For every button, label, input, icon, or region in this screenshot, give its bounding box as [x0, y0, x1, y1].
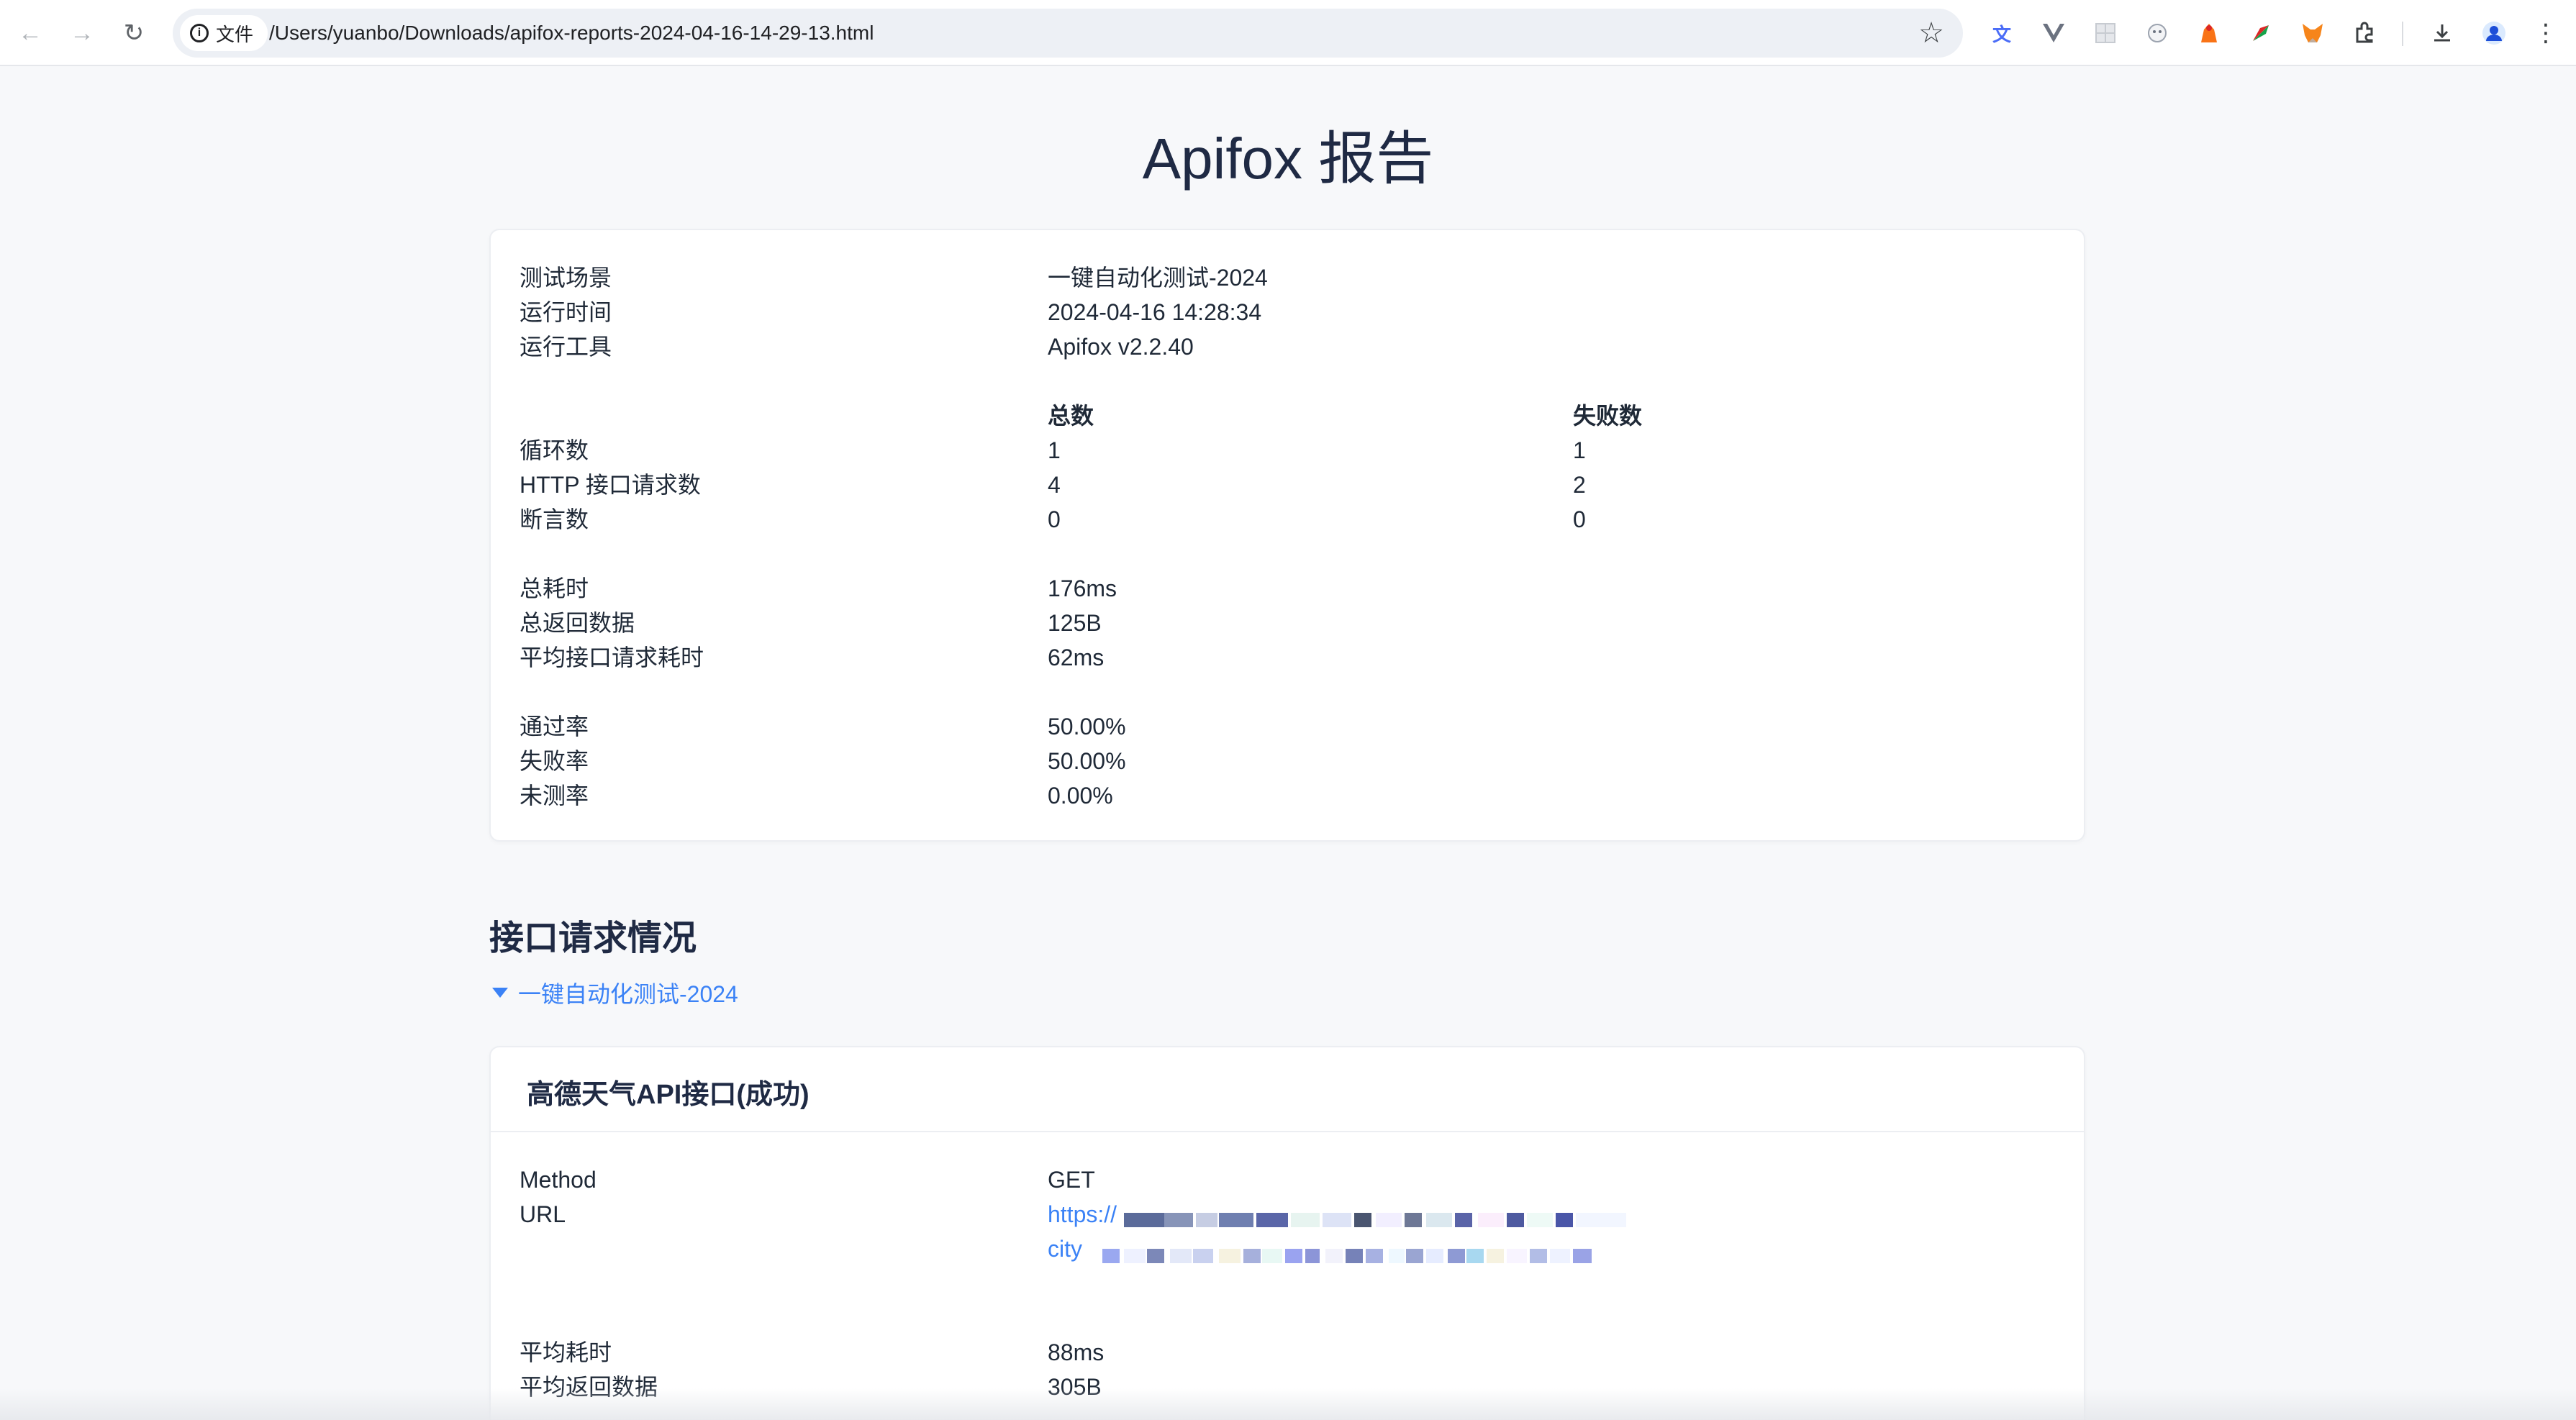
metamask-fox-icon[interactable]	[2298, 19, 2327, 47]
site-info-chip[interactable]: i 文件	[180, 15, 268, 51]
stats-label-http-requests: HTTP 接口请求数	[520, 472, 701, 498]
stats-label-assertions: 断言数	[520, 506, 589, 532]
timing-value-avg-time: 62ms	[1048, 645, 1105, 670]
stats-total-http-requests: 4	[1048, 472, 1061, 498]
method-label: Method	[520, 1167, 597, 1193]
info-label-run-time: 运行时间	[520, 299, 612, 325]
request-title: 高德天气API接口(成功)	[527, 1080, 809, 1110]
info-icon: i	[190, 24, 209, 42]
rate-value-fail: 50.00%	[1048, 748, 1126, 774]
stats-total-assertions: 0	[1048, 506, 1061, 532]
vue-devtools-icon[interactable]	[2039, 19, 2068, 47]
timing-label-total-data: 总返回数据	[520, 610, 635, 636]
puzzle-piece-icon[interactable]	[2195, 19, 2223, 47]
timing-label-total-time: 总耗时	[520, 575, 589, 601]
stats-label-loops: 循环数	[520, 437, 589, 463]
grid-extension-icon[interactable]	[2091, 19, 2120, 47]
rate-label-pass: 通过率	[520, 714, 589, 739]
star-icon[interactable]: ☆	[1915, 17, 1947, 49]
request-card: 高德天气API接口(成功) Method GET URL https:// ci…	[489, 1046, 2085, 1420]
reload-button[interactable]: ↻	[117, 16, 151, 50]
rate-value-pass: 50.00%	[1048, 714, 1126, 739]
kebab-menu-icon[interactable]: ⋮	[2531, 19, 2560, 47]
stats-failed-loops: 1	[1573, 437, 1586, 463]
avg-time-label: 平均耗时	[520, 1339, 612, 1365]
bottom-shadow	[0, 1388, 2576, 1420]
rocket-extension-icon[interactable]	[2246, 19, 2275, 47]
section-title-requests: 接口请求情况	[489, 919, 697, 957]
summary-card: 测试场景 一键自动化测试-2024 运行时间 2024-04-16 14:28:…	[489, 229, 2085, 842]
browser-toolbar: ← → ↻ i 文件 /Users/yuanbo/Downloads/apifo…	[0, 0, 2576, 66]
method-value: GET	[1048, 1167, 1095, 1193]
info-label-tool: 运行工具	[520, 334, 612, 360]
forward-button[interactable]: →	[65, 16, 99, 50]
site-info-label: 文件	[216, 23, 254, 45]
stats-header-total: 总数	[1048, 403, 1094, 429]
profile-avatar-icon[interactable]	[2480, 19, 2508, 47]
reload-icon: ↻	[123, 19, 145, 47]
back-button[interactable]: ←	[13, 16, 47, 50]
url-value-line1[interactable]: https://	[1048, 1197, 1117, 1232]
timing-label-avg-time: 平均接口请求耗时	[520, 645, 704, 670]
stats-header-failed: 失败数	[1573, 403, 1643, 429]
translate-icon[interactable]: 文	[1987, 19, 2016, 47]
timing-value-total-data: 125B	[1048, 610, 1102, 636]
page-title: Apifox 报告	[1142, 127, 1434, 191]
stats-failed-http-requests: 2	[1573, 472, 1586, 498]
stats-failed-assertions: 0	[1573, 506, 1586, 532]
request-card-header: 高德天气API接口(成功)	[491, 1047, 2084, 1132]
url-value-line2[interactable]: city	[1048, 1232, 1082, 1266]
download-icon[interactable]	[2428, 19, 2457, 47]
toolbar-separator	[2402, 22, 2403, 46]
timing-value-total-time: 176ms	[1048, 575, 1117, 601]
info-label-scenario: 测试场景	[520, 265, 612, 291]
arrow-left-icon: ←	[18, 19, 42, 47]
info-value-run-time: 2024-04-16 14:28:34	[1048, 299, 1262, 325]
panda-extension-icon[interactable]	[2143, 19, 2172, 47]
folder-label: 一键自动化测试-2024	[518, 981, 738, 1007]
url-label: URL	[520, 1201, 566, 1227]
rate-label-fail: 失败率	[520, 748, 589, 774]
stats-total-loops: 1	[1048, 437, 1061, 463]
arrow-right-icon: →	[70, 19, 94, 47]
caret-down-icon	[492, 988, 508, 998]
rate-label-untested: 未测率	[520, 783, 589, 809]
folder-toggle[interactable]: 一键自动化测试-2024	[492, 975, 738, 1010]
info-value-tool: Apifox v2.2.40	[1048, 334, 1194, 360]
rate-value-untested: 0.00%	[1048, 783, 1113, 809]
info-value-scenario: 一键自动化测试-2024	[1048, 265, 1268, 291]
address-bar[interactable]: i 文件 /Users/yuanbo/Downloads/apifox-repo…	[173, 9, 1963, 58]
extensions-puzzle-icon[interactable]	[2350, 19, 2379, 47]
url-text[interactable]: /Users/yuanbo/Downloads/apifox-reports-2…	[269, 9, 874, 58]
avg-time-value: 88ms	[1048, 1339, 1105, 1365]
